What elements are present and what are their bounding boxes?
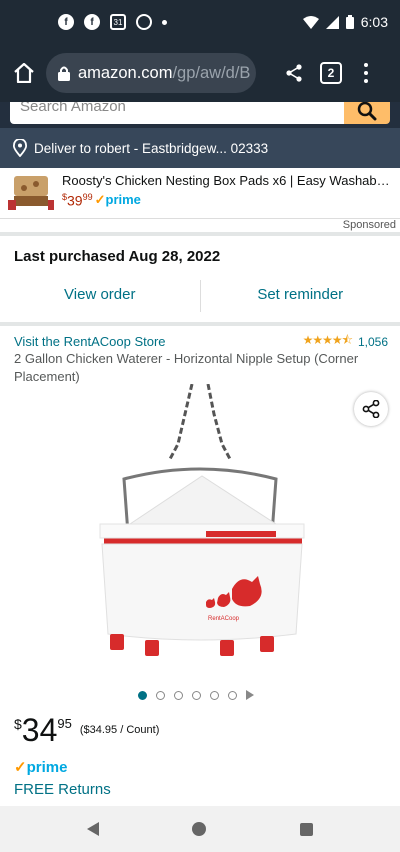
product-logo-text: RentACoop [208, 616, 240, 622]
ad-title[interactable]: Roosty's Chicken Nesting Box Pads x6 | E… [62, 173, 392, 188]
price-whole: 34 [21, 712, 58, 748]
signal-icon [325, 15, 339, 29]
home-circle-icon[interactable] [192, 822, 207, 836]
set-reminder-button[interactable]: Set reminder [201, 276, 400, 316]
home-icon [14, 63, 34, 83]
home-button[interactable] [10, 59, 38, 87]
facebook-icon: f [84, 14, 100, 30]
rating-count: 1,056 [357, 334, 388, 349]
browser-toolbar: amazon.com/gp/aw/d/B 2 [0, 44, 400, 102]
lock-icon [58, 66, 70, 81]
tab-switcher-button[interactable]: 2 [320, 62, 342, 84]
location-pin-icon [12, 139, 28, 157]
deliver-to-text: Deliver to robert - Eastbridgew... 02333 [34, 140, 269, 156]
share-icon [286, 64, 302, 82]
prime-check-icon: ✓ [14, 759, 27, 776]
section-divider [0, 322, 400, 326]
sponsored-row: Sponsored [0, 218, 400, 232]
prime-check-icon: ✓ [94, 192, 106, 208]
url-host: amazon.com [78, 63, 173, 82]
section-divider [0, 232, 400, 236]
battery-icon [345, 15, 354, 29]
search-icon [357, 102, 377, 121]
android-nav-bar [0, 806, 400, 852]
rating[interactable]: ★★★★⯪ 1,056 [303, 331, 388, 352]
view-order-button[interactable]: View order [0, 276, 200, 316]
carousel-dot[interactable] [174, 690, 183, 700]
carousel-dot[interactable] [138, 690, 147, 700]
search-button[interactable] [344, 102, 390, 124]
free-returns-link[interactable]: FREE Returns [14, 781, 111, 798]
facebook-icon: f [58, 14, 74, 30]
system-icons: 6:03 [302, 14, 388, 30]
address-bar[interactable]: amazon.com/gp/aw/d/B [46, 53, 256, 93]
carousel-dot[interactable] [228, 690, 237, 700]
last-purchased-text: Last purchased Aug 28, 2022 [14, 248, 221, 265]
sponsored-label: Sponsored [342, 219, 396, 231]
price-per-unit: ($34.95 / Count) [79, 724, 160, 736]
share-icon [362, 400, 380, 418]
recent-apps-icon[interactable] [300, 822, 314, 836]
sponsored-ad-banner[interactable]: Roosty's Chicken Nesting Box Pads x6 | E… [0, 168, 400, 218]
back-icon[interactable] [86, 822, 99, 836]
product-title: 2 Gallon Chicken Waterer - Horizontal Ni… [14, 351, 359, 384]
share-button[interactable] [280, 59, 308, 87]
prime-badge: ✓prime [94, 192, 141, 208]
calendar-icon: 31 [110, 14, 126, 30]
order-actions: View order Set reminder [0, 276, 400, 316]
ad-product-image [6, 170, 56, 214]
video-play-icon[interactable] [246, 690, 254, 700]
star-rating-icon: ★★★★⯪ [302, 333, 353, 347]
store-link[interactable]: Visit the RentACoop Store [14, 334, 166, 349]
wifi-icon [302, 15, 319, 29]
product-price: $ 34 95 ($34.95 / Count) [14, 712, 159, 748]
status-bar: f f 31 6:03 [0, 0, 400, 44]
price-fraction: 95 [57, 716, 72, 731]
clock: 6:03 [360, 14, 388, 30]
store-row: Visit the RentACoop Store ★★★★⯪ 1,056 [14, 331, 388, 352]
carousel-dot[interactable] [210, 690, 219, 700]
search-bar: Search Amazon [0, 102, 400, 128]
product-image[interactable]: RentACoop [90, 383, 320, 674]
prime-badge: ✓prime [14, 758, 68, 777]
ad-price: $3999 [62, 192, 93, 209]
threads-icon [136, 14, 152, 30]
url-path: /gp/aw/d/B [172, 63, 251, 82]
browser-menu-button[interactable] [356, 59, 376, 87]
carousel-dot[interactable] [192, 690, 201, 700]
more-notifications-dot-icon [162, 19, 167, 25]
price-currency: $ [14, 716, 22, 732]
search-input[interactable]: Search Amazon [10, 102, 344, 124]
image-carousel-indicator [138, 690, 254, 700]
carousel-dot[interactable] [156, 690, 165, 700]
notification-icons: f f 31 [58, 14, 167, 30]
deliver-to-bar[interactable]: Deliver to robert - Eastbridgew... 02333 [0, 128, 400, 168]
product-share-button[interactable] [354, 392, 388, 426]
